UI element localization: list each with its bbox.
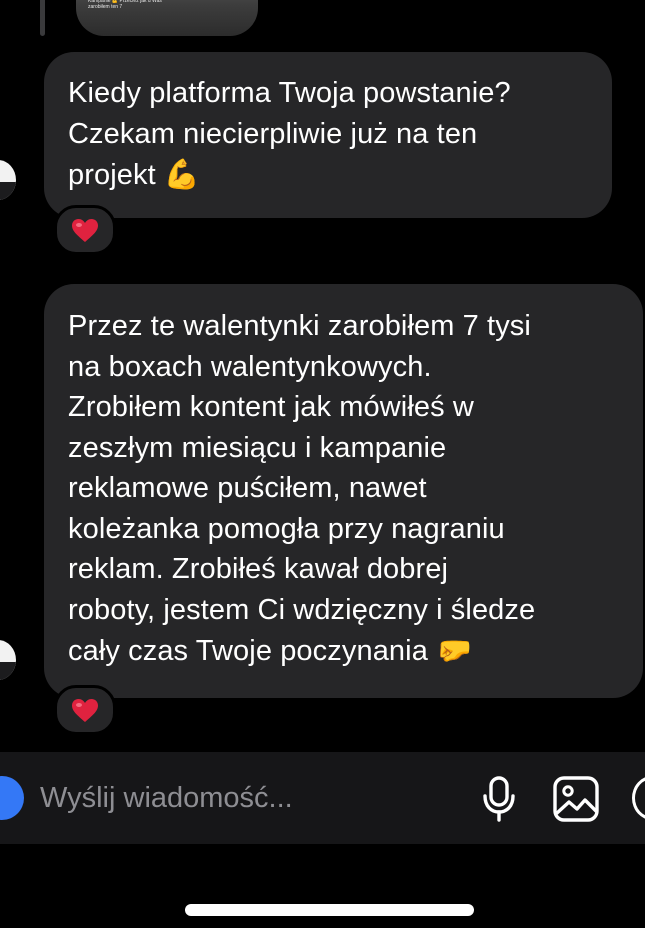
microphone-button[interactable] — [474, 774, 524, 824]
message-composer — [0, 752, 645, 844]
message-text-line: reklam. Zrobiłeś kawał dobrej — [68, 553, 449, 585]
message-bubble[interactable]: Przez te walentynki zarobiłem 7 tysi na … — [44, 284, 643, 698]
message-bubble[interactable]: Kiedy platforma Twoja powstanie? Czekam … — [44, 52, 612, 218]
message-text-line: Kiedy platforma Twoja powstanie? — [68, 77, 511, 109]
heart-reaction[interactable] — [54, 685, 116, 735]
heart-icon — [72, 218, 98, 242]
heart-reaction[interactable] — [54, 205, 116, 255]
sender-avatar[interactable] — [0, 160, 16, 200]
message-text-line: projekt — [68, 159, 156, 191]
gallery-button[interactable] — [551, 774, 601, 824]
fist-bump-emoji: 🤛 — [436, 633, 473, 667]
message-text-line: Zrobiłem kontent jak mówiłeś w — [68, 391, 474, 423]
message-text-line: na boxach walentynkowych. — [68, 350, 432, 383]
reply-thumbnail[interactable]: Kampanie 💪 Przecież jak u Was zarobiłem … — [76, 0, 258, 36]
home-indicator[interactable] — [185, 904, 474, 916]
microphone-icon — [483, 776, 515, 822]
sender-avatar[interactable] — [0, 640, 16, 680]
message-text-line: Przez te walentynki zarobiłem 7 tysi — [68, 310, 531, 342]
flexed-biceps-emoji: 💪 — [163, 157, 201, 191]
message-text-line: roboty, jestem Ci wdzięczny i śledze — [68, 593, 536, 626]
message-text-line: cały czas Twoje poczynania — [68, 635, 428, 667]
message-text-line: Czekam niecierpliwie już na ten — [68, 117, 478, 150]
gallery-icon — [553, 776, 599, 822]
more-icon[interactable] — [632, 776, 645, 820]
reply-thumbnail-text: Kampanie 💪 Przecież jak u Was zarobiłem … — [88, 0, 162, 10]
message-text-line: koleżanka pomogła przy nagraniu — [68, 512, 505, 545]
camera-icon[interactable] — [0, 776, 24, 820]
reply-indicator-line — [40, 0, 45, 36]
message-text-line: zeszłym miesiącu i kampanie — [68, 431, 447, 464]
message-text-line: reklamowe puściłem, nawet — [68, 472, 427, 504]
heart-icon — [72, 698, 98, 722]
message-input[interactable] — [40, 774, 460, 822]
